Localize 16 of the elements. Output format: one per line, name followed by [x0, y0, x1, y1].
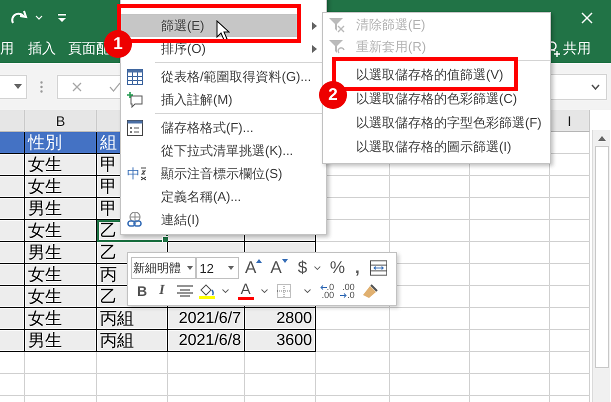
- header-cell: 性別: [25, 132, 97, 154]
- table-cell: 丙組: [97, 330, 168, 352]
- table-cell: 男生: [25, 330, 97, 352]
- table-cell: 女生: [25, 308, 97, 330]
- table-cell: 女生: [25, 220, 97, 242]
- table-cell: 丙組: [97, 308, 168, 330]
- table-cell: 女生: [25, 154, 97, 176]
- table-cell: 女生: [25, 176, 97, 198]
- table-cell: 2021/6/8: [168, 330, 245, 352]
- table-cell: 男生: [25, 242, 97, 264]
- table-cell: 男生: [25, 198, 97, 220]
- table-cell: 女生: [25, 286, 97, 308]
- table-cell: 3600: [245, 330, 316, 352]
- table-cell: 2800: [245, 308, 316, 330]
- table-cell: 女生: [25, 264, 97, 286]
- table-cell: 2021/6/7: [168, 308, 245, 330]
